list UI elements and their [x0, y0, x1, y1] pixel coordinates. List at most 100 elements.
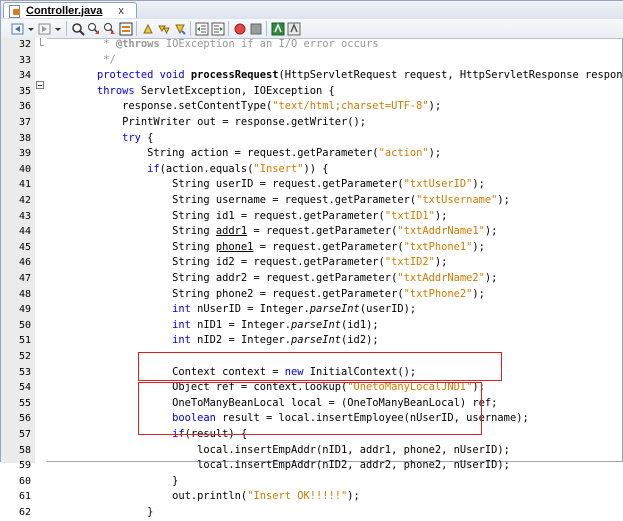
code-line: String username = request.getParameter("…: [47, 193, 510, 209]
prev-bookmark-icon[interactable]: [141, 21, 155, 35]
line-number-gutter: 3233343536373839404142434445464748495051…: [1, 38, 36, 463]
code-token: "txtID1": [385, 210, 435, 222]
stop-macro-icon[interactable]: [249, 21, 263, 35]
code-token: (id1);: [341, 319, 379, 331]
code-token: nID2 = Integer.: [191, 334, 291, 346]
line-number: 54: [1, 380, 31, 396]
code-token: );: [429, 147, 442, 159]
editor-window: Controller.java x: [0, 0, 623, 462]
code-token: "Insert": [253, 163, 303, 175]
line-number: 41: [1, 177, 31, 193]
dropdown-icon[interactable]: [54, 21, 62, 35]
code-token: String phone2 = request.getParameter(: [47, 288, 404, 300]
line-number: 60: [1, 474, 31, 490]
code-token: }: [47, 475, 178, 487]
code-token: );: [429, 100, 442, 112]
back-icon[interactable]: [11, 21, 25, 35]
code-line: String addr1 = request.getParameter("txt…: [47, 224, 497, 240]
code-token: "Insert OK!!!!!": [247, 490, 347, 502]
code-line: PrintWriter out = response.getWriter();: [47, 115, 366, 131]
code-token: );: [497, 194, 510, 206]
code-line: * @throws IOException if an I/O error oc…: [47, 37, 379, 53]
code-token: addr1: [216, 225, 247, 237]
code-token: {: [141, 132, 154, 144]
code-token: int: [172, 319, 191, 331]
line-number: 58: [1, 443, 31, 459]
find-icon[interactable]: [71, 21, 85, 35]
code-token: "txtAddrName1": [397, 225, 485, 237]
line-number: 35: [1, 84, 31, 100]
code-token: );: [472, 178, 485, 190]
code-token: );: [435, 210, 448, 222]
code-line: local.insertEmpAddr(nID2, addr2, phone2,…: [47, 458, 510, 474]
next-occurrence-icon[interactable]: [103, 21, 117, 35]
uncomment-icon[interactable]: [287, 21, 301, 35]
dropdown-icon[interactable]: [27, 21, 35, 35]
code-token: local.insertEmpAddr(nID1, addr1, phone2,…: [47, 444, 510, 456]
code-token: );: [435, 256, 448, 268]
code-token: );: [472, 241, 485, 253]
toolbar-separator: [190, 21, 191, 36]
code-token: = request.getParameter(: [253, 241, 403, 253]
code-line: String phone1 = request.getParameter("tx…: [47, 240, 485, 256]
code-token: out.println(: [47, 490, 247, 502]
fold-margin: [35, 38, 47, 463]
code-token: "txtID2": [385, 256, 435, 268]
comment-icon[interactable]: [271, 21, 285, 35]
tab-controller-java[interactable]: Controller.java x: [3, 2, 137, 18]
code-line: String id2 = request.getParameter("txtID…: [47, 255, 447, 271]
code-token: int: [172, 303, 191, 315]
code-token: [47, 163, 147, 175]
code-token: try: [122, 132, 141, 144]
close-icon[interactable]: x: [118, 5, 124, 17]
line-number: 46: [1, 255, 31, 271]
code-line: int nID2 = Integer.parseInt(id2);: [47, 333, 379, 349]
line-number: 49: [1, 302, 31, 318]
code-token: );: [485, 225, 498, 237]
code-token: = request.getParameter(: [247, 225, 397, 237]
line-number: 38: [1, 131, 31, 147]
line-number: 44: [1, 224, 31, 240]
tab-bar: Controller.java x: [1, 1, 623, 20]
code-token: String: [47, 241, 216, 253]
line-number: 40: [1, 162, 31, 178]
code-token: processRequest: [191, 69, 279, 81]
code-token: [47, 303, 172, 315]
shift-left-icon[interactable]: [195, 21, 209, 35]
next-bookmark-icon[interactable]: [157, 21, 171, 35]
code-token: *: [47, 38, 116, 50]
prev-occurrence-icon[interactable]: [87, 21, 101, 35]
line-number: 39: [1, 146, 31, 162]
code-line: }: [47, 474, 178, 490]
code-token: "txtUsername": [416, 194, 497, 206]
code-token: String id2 = request.getParameter(: [47, 256, 385, 268]
code-token: String userID = request.getParameter(: [47, 178, 404, 190]
code-token: [47, 319, 172, 331]
code-token: parseInt: [310, 303, 360, 315]
java-file-icon: [8, 5, 22, 17]
toolbar-separator: [266, 21, 267, 36]
code-token: [47, 132, 122, 144]
line-number: 37: [1, 115, 31, 131]
record-macro-icon[interactable]: [233, 21, 247, 35]
line-number: 42: [1, 193, 31, 209]
line-number: 51: [1, 333, 31, 349]
code-line: try {: [47, 131, 153, 147]
shift-right-icon[interactable]: [211, 21, 225, 35]
code-token: (id2);: [341, 334, 379, 346]
code-line: String userID = request.getParameter("tx…: [47, 177, 485, 193]
code-token: parseInt: [291, 319, 341, 331]
toggle-highlight-icon[interactable]: [119, 21, 133, 35]
code-line: }: [47, 505, 153, 521]
fold-toggle-icon[interactable]: [36, 81, 44, 89]
toggle-bookmark-icon[interactable]: [173, 21, 187, 35]
toolbar-separator: [228, 21, 229, 36]
code-token: "txtAddrName2": [397, 272, 485, 284]
code-line: response.setContentType("text/html;chars…: [47, 99, 441, 115]
code-token: );: [347, 490, 360, 502]
forward-icon[interactable]: [38, 21, 52, 35]
code-token: throws: [97, 85, 135, 97]
line-number: 59: [1, 458, 31, 474]
highlight-box-insert-employee: [138, 352, 502, 381]
code-line: if(action.equals("Insert")) {: [47, 162, 329, 178]
